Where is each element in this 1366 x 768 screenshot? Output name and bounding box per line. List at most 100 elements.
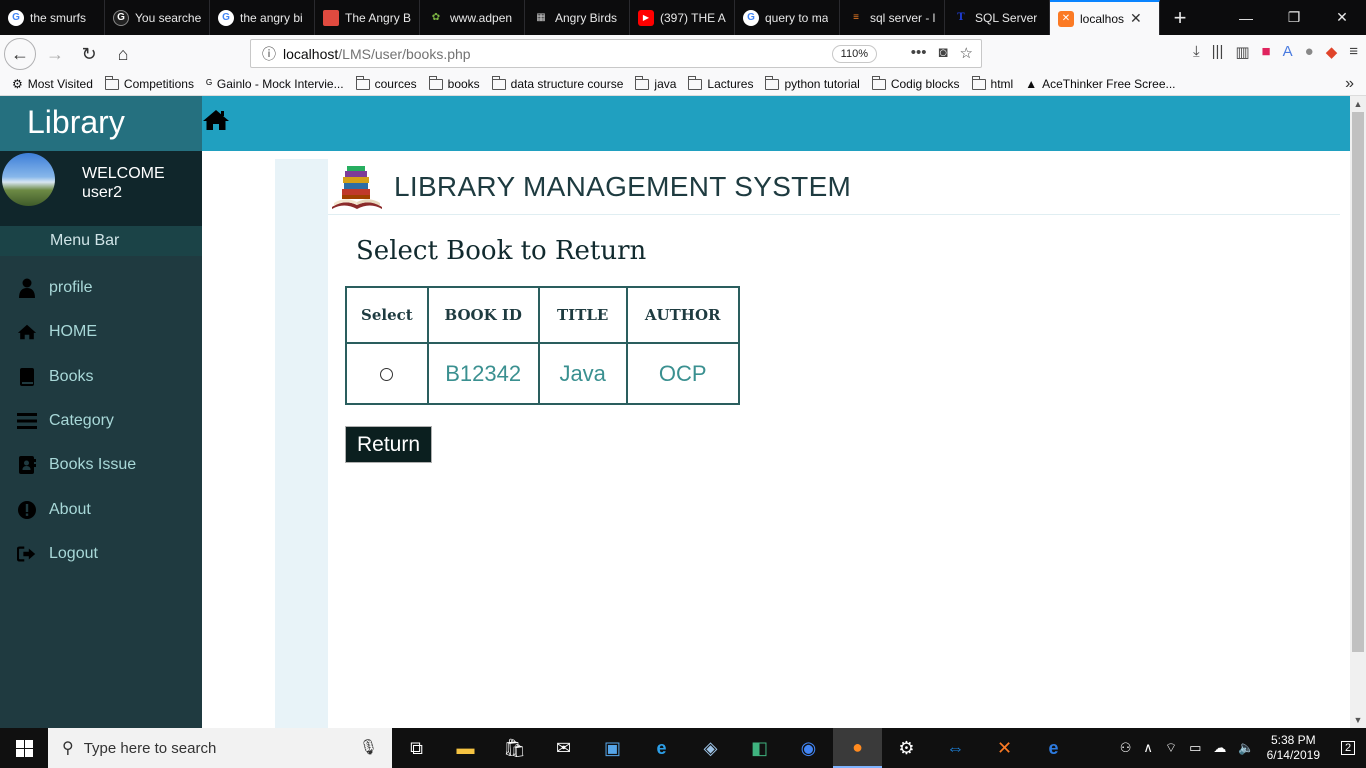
scroll-thumb[interactable]	[1352, 112, 1364, 652]
sidebar-item-profile[interactable]: profile	[0, 266, 202, 310]
bookmark-folder[interactable]: books	[428, 75, 480, 91]
teamviewer-icon[interactable]: ⇔	[931, 728, 980, 768]
scroll-up-icon[interactable]: ▲	[1350, 96, 1366, 112]
windows-start-icon[interactable]	[0, 728, 48, 768]
column-header: Select	[345, 286, 429, 344]
library-icon[interactable]: |||	[1212, 43, 1224, 61]
menu-icon[interactable]: ≡	[1349, 43, 1358, 61]
chevron-right-icon[interactable]: »	[1345, 75, 1354, 93]
chevron-up-icon[interactable]: ∧	[1143, 740, 1153, 756]
wifi-icon[interactable]: ⌔	[1165, 740, 1177, 756]
browser-tab-active[interactable]: ✕ localhos ✕	[1050, 0, 1160, 35]
task-view-icon[interactable]: ⧉	[392, 728, 441, 768]
browser-tab[interactable]: Gthe smurfs	[0, 0, 105, 35]
bookmark-item[interactable]: ⚙ Most Visited	[12, 77, 93, 91]
shield-icon[interactable]: ◆	[1326, 43, 1338, 61]
extension-icon[interactable]: ●	[1305, 43, 1314, 61]
page-header: LIBRARY MANAGEMENT SYSTEM	[328, 159, 1340, 215]
browser-tab[interactable]: The Angry B	[315, 0, 420, 35]
home-icon[interactable]: ⌂	[108, 39, 138, 69]
brand-title[interactable]: Library	[0, 96, 202, 151]
return-button[interactable]: Return	[345, 426, 432, 463]
bookmark-folder[interactable]: python tutorial	[765, 75, 860, 91]
internet-explorer-icon[interactable]: e	[637, 728, 686, 768]
clock-time: 5:38 PM	[1270, 733, 1316, 747]
teamviewer-meeting-icon[interactable]: ◧	[735, 728, 784, 768]
sidebar-item-home[interactable]: HOME	[0, 310, 202, 354]
reload-icon[interactable]: ↻	[74, 39, 104, 69]
settings-gear-icon[interactable]: ⚙	[882, 728, 931, 768]
mail-icon[interactable]: ✉	[539, 728, 588, 768]
bookmark-label: python tutorial	[784, 77, 860, 91]
bookmark-folder[interactable]: Codig blocks	[871, 75, 960, 91]
folder-icon	[428, 75, 443, 90]
book-id-cell: B12342	[426, 342, 540, 405]
bookmark-star-icon[interactable]: ☆	[960, 44, 973, 62]
pocket-icon[interactable]: ◙	[938, 44, 947, 62]
restore-icon[interactable]: ❐	[1270, 0, 1318, 35]
edge-icon[interactable]: e	[1029, 728, 1078, 768]
scroll-down-icon[interactable]: ▼	[1350, 712, 1366, 728]
xampp-icon[interactable]: ✕	[980, 728, 1029, 768]
new-tab-icon[interactable]: +	[1160, 0, 1200, 35]
sidebar-toggle-icon[interactable]: ▥	[1235, 43, 1249, 61]
volume-icon[interactable]: 🔈	[1238, 740, 1254, 756]
sidebar-item-label: HOME	[49, 323, 97, 341]
sidebar-item-logout[interactable]: Logout	[0, 532, 202, 576]
chrome-icon[interactable]: ◉	[784, 728, 833, 768]
sidebar-item-books[interactable]: Books	[0, 355, 202, 399]
site-info-icon[interactable]: ⓘ	[257, 44, 281, 64]
table-header-row: Select BOOK ID TITLE AUTHOR	[345, 286, 740, 344]
notifications-icon[interactable]: 2	[1330, 728, 1366, 768]
extension-icon[interactable]: ■	[1262, 43, 1271, 61]
firefox-icon[interactable]: ●	[833, 728, 882, 768]
folder-icon	[765, 75, 780, 90]
content-gutter	[275, 159, 328, 728]
book-select-radio[interactable]	[380, 368, 394, 382]
puzzle-icon: ✿	[431, 12, 441, 23]
close-tab-icon[interactable]: ✕	[1130, 10, 1142, 27]
file-explorer-icon[interactable]: ▬	[441, 728, 490, 768]
clock[interactable]: 5:38 PM 6/14/2019	[1267, 733, 1320, 763]
home-icon[interactable]	[202, 108, 230, 134]
browser-tab[interactable]: Gthe angry bi	[210, 0, 315, 35]
browser-tab[interactable]: ≡ sql server - l	[840, 0, 945, 35]
minimize-icon[interactable]: —	[1222, 0, 1270, 35]
download-icon[interactable]: ⤓	[1193, 43, 1200, 61]
store-icon[interactable]: 🛍	[490, 728, 539, 768]
zoom-level[interactable]: 110%	[831, 45, 877, 63]
bookmark-folder[interactable]: Lactures	[688, 75, 753, 91]
close-window-icon[interactable]: ✕	[1318, 0, 1366, 35]
browser-tab[interactable]: ▶ (397) THE A	[630, 0, 735, 35]
bookmark-folder[interactable]: cources	[355, 75, 417, 91]
sidebar-item-books-issue[interactable]: Books Issue	[0, 443, 202, 487]
browser-tab[interactable]: ▦ Angry Birds	[525, 0, 630, 35]
bookmark-folder[interactable]: html	[971, 75, 1013, 91]
bookmark-item[interactable]: ᴳ Gainlo - Mock Intervie...	[206, 77, 344, 91]
sidebar-menu: profile HOME Books Category Books Issue …	[0, 266, 202, 576]
sidebar-item-category[interactable]: Category	[0, 399, 202, 443]
forward-arrow-icon[interactable]: →	[40, 39, 70, 69]
url-bar[interactable]: ⓘ localhost/LMS/user/books.php 110% ••• …	[250, 39, 982, 68]
page-actions-icon[interactable]: •••	[911, 44, 927, 62]
bookmark-folder[interactable]: java	[635, 75, 676, 91]
battery-icon[interactable]: ▭	[1189, 740, 1201, 756]
gear-icon: ⚙	[12, 77, 23, 91]
bookmark-folder[interactable]: Competitions	[104, 75, 194, 91]
back-arrow-icon[interactable]: ←	[4, 38, 36, 70]
browser-tab[interactable]: T SQL Server	[945, 0, 1050, 35]
onedrive-icon[interactable]: ☁	[1213, 740, 1226, 756]
network-app-icon[interactable]: ▣	[588, 728, 637, 768]
microphone-icon[interactable]: 🎙	[359, 738, 378, 756]
browser-tab[interactable]: Gquery to ma	[735, 0, 840, 35]
virtualbox-icon[interactable]: ◈	[686, 728, 735, 768]
page-scrollbar[interactable]: ▲ ▼	[1350, 96, 1366, 728]
bookmark-folder[interactable]: data structure course	[491, 75, 623, 91]
sidebar-item-about[interactable]: About	[0, 487, 202, 531]
bookmark-item[interactable]: ▲ AceThinker Free Scree...	[1025, 77, 1175, 91]
translate-icon[interactable]: A	[1283, 43, 1293, 61]
taskbar-search-input[interactable]: ⚲ Type here to search 🎙	[48, 728, 392, 768]
people-icon[interactable]: ⚇	[1120, 740, 1132, 756]
browser-tab[interactable]: G You searche	[105, 0, 210, 35]
browser-tab[interactable]: ✿ www.adpen	[420, 0, 525, 35]
